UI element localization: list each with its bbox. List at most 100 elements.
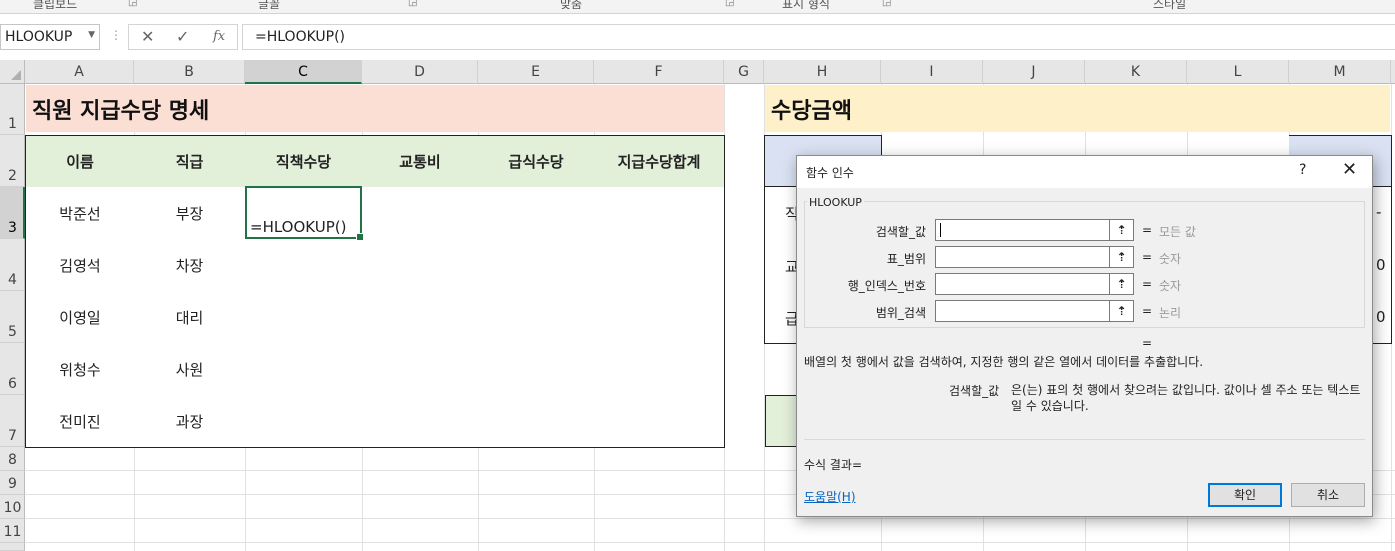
- table-cell[interactable]: [594, 343, 725, 396]
- range-lookup-input[interactable]: [935, 300, 1110, 322]
- table-cell[interactable]: [478, 291, 595, 344]
- cancel-button[interactable]: 취소: [1291, 483, 1365, 507]
- row-header-4[interactable]: 4: [0, 239, 25, 291]
- column-header-c[interactable]: C: [245, 60, 362, 84]
- enter-icon[interactable]: ✓: [176, 27, 189, 46]
- column-header-d[interactable]: D: [362, 60, 478, 84]
- arg-equals: =: [1142, 304, 1153, 318]
- row-header-8[interactable]: 8: [0, 447, 25, 471]
- close-icon[interactable]: ✕: [1342, 159, 1357, 180]
- header-total[interactable]: 지급수당합계: [594, 135, 725, 188]
- right-table-value[interactable]: 0: [1371, 291, 1392, 344]
- table-cell-rank[interactable]: 대리: [134, 291, 246, 344]
- dialog-titlebar[interactable]: 함수 인수 ? ✕: [797, 156, 1372, 188]
- table-cell-name[interactable]: 전미진: [25, 395, 135, 448]
- sheet-title-amount[interactable]: 수당금액: [765, 85, 1390, 132]
- sheet-title-allowance[interactable]: 직원 지급수당 명세: [26, 85, 724, 132]
- help-link[interactable]: 도움말(H): [804, 488, 856, 505]
- insert-function-icon[interactable]: fx: [213, 29, 225, 44]
- header-meal-allowance[interactable]: 급식수당: [478, 135, 595, 188]
- table-cell[interactable]: [245, 395, 363, 448]
- help-icon[interactable]: ?: [1299, 162, 1306, 178]
- active-cell-c3[interactable]: =HLOOKUP(): [245, 186, 364, 241]
- table-cell[interactable]: [594, 239, 725, 292]
- table-cell[interactable]: [478, 395, 595, 448]
- alignment-launcher-icon[interactable]: ◲: [725, 0, 734, 8]
- right-table-label[interactable]: 급: [764, 291, 799, 344]
- collapse-dialog-icon[interactable]: ⇡: [1110, 273, 1134, 295]
- column-header-k[interactable]: K: [1085, 60, 1187, 84]
- table-cell[interactable]: [594, 187, 725, 240]
- table-cell[interactable]: [362, 187, 479, 240]
- column-header-m[interactable]: M: [1289, 60, 1391, 84]
- name-box[interactable]: HLOOKUP ▼: [0, 24, 100, 50]
- table-cell[interactable]: [478, 239, 595, 292]
- font-launcher-icon[interactable]: ◲: [408, 0, 417, 8]
- table-cell[interactable]: [245, 343, 363, 396]
- chevron-down-icon[interactable]: ▼: [88, 30, 95, 40]
- table-cell-rank[interactable]: 차장: [134, 239, 246, 292]
- table-cell[interactable]: [362, 239, 479, 292]
- column-header-e[interactable]: E: [478, 60, 594, 84]
- right-table-label[interactable]: 교: [764, 239, 799, 292]
- table-cell[interactable]: [478, 187, 595, 240]
- table-cell-rank[interactable]: 부장: [134, 187, 246, 240]
- column-header-l[interactable]: L: [1187, 60, 1289, 84]
- header-rank[interactable]: 직급: [134, 135, 246, 188]
- table-cell[interactable]: [245, 239, 363, 292]
- row-header-10[interactable]: 10: [0, 495, 25, 519]
- column-header-j[interactable]: J: [983, 60, 1085, 84]
- column-header-h[interactable]: H: [764, 60, 881, 84]
- collapse-dialog-icon[interactable]: ⇡: [1110, 246, 1134, 268]
- lookup-value-input[interactable]: [935, 219, 1110, 241]
- table-cell[interactable]: [362, 343, 479, 396]
- table-cell-name[interactable]: 박준선: [25, 187, 135, 240]
- more-icon: ⋮: [110, 28, 122, 42]
- right-table-value[interactable]: -: [1371, 187, 1392, 240]
- header-position-allowance[interactable]: 직책수당: [245, 135, 363, 188]
- row-header-11[interactable]: 11: [0, 519, 25, 543]
- table-cell-name[interactable]: 이영일: [25, 291, 135, 344]
- table-cell[interactable]: [362, 291, 479, 344]
- column-header-n[interactable]: [1391, 60, 1395, 84]
- clipboard-launcher-icon[interactable]: ◲: [128, 0, 137, 8]
- row-header-2[interactable]: 2: [0, 135, 25, 187]
- row-index-input[interactable]: [935, 273, 1110, 295]
- table-cell[interactable]: [594, 291, 725, 344]
- table-cell[interactable]: [362, 395, 479, 448]
- row-header-5[interactable]: 5: [0, 291, 25, 343]
- column-header-i[interactable]: I: [881, 60, 983, 84]
- table-cell-name[interactable]: 위청수: [25, 343, 135, 396]
- formula-input[interactable]: =HLOOKUP(): [242, 24, 1395, 50]
- number-launcher-icon[interactable]: ◲: [882, 0, 891, 8]
- column-header-f[interactable]: F: [594, 60, 724, 84]
- column-header-a[interactable]: A: [25, 60, 134, 84]
- row-header-6[interactable]: 6: [0, 343, 25, 395]
- arg-label: 검색할_값: [875, 225, 926, 239]
- table-cell-name[interactable]: 김영석: [25, 239, 135, 292]
- row-header-3[interactable]: 3: [0, 187, 25, 239]
- header-name[interactable]: 이름: [25, 135, 135, 188]
- arg-row-lookup-value: 검색할_값 ⇡ = 모든 값: [797, 219, 1372, 243]
- table-cell-rank[interactable]: 사원: [134, 343, 246, 396]
- right-table-green-cell[interactable]: [765, 395, 798, 447]
- collapse-dialog-icon[interactable]: ⇡: [1110, 300, 1134, 322]
- table-cell[interactable]: [245, 291, 363, 344]
- column-header-b[interactable]: B: [134, 60, 245, 84]
- right-table-label[interactable]: 직: [764, 187, 799, 240]
- cancel-icon[interactable]: ✕: [141, 27, 154, 46]
- table-cell[interactable]: [594, 395, 725, 448]
- select-all-button[interactable]: [0, 60, 25, 84]
- ok-button[interactable]: 확인: [1208, 483, 1282, 507]
- row-header-9[interactable]: 9: [0, 471, 25, 495]
- row-header-1[interactable]: 1: [0, 84, 25, 135]
- table-cell-rank[interactable]: 과장: [134, 395, 246, 448]
- column-header-g[interactable]: G: [724, 60, 764, 84]
- row-header-7[interactable]: 7: [0, 395, 25, 447]
- right-table-value[interactable]: 0: [1371, 239, 1392, 292]
- header-transport[interactable]: 교통비: [362, 135, 479, 188]
- row-header-12[interactable]: [0, 543, 25, 551]
- table-cell[interactable]: [478, 343, 595, 396]
- table-array-input[interactable]: [935, 246, 1110, 268]
- collapse-dialog-icon[interactable]: ⇡: [1110, 219, 1134, 241]
